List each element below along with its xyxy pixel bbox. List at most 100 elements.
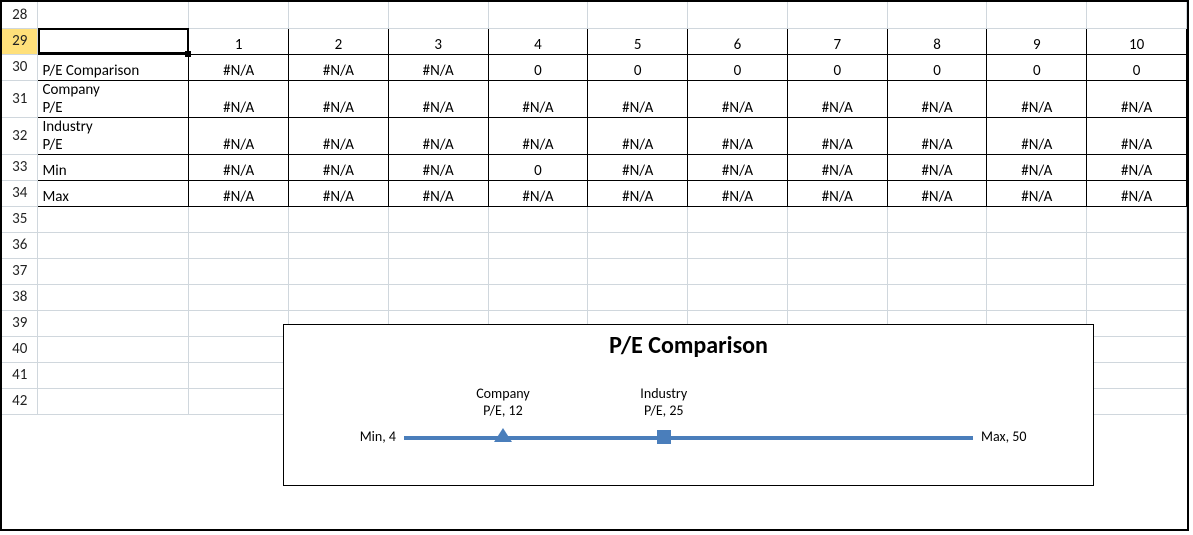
data-cell[interactable]: #N/A xyxy=(189,117,289,154)
table-col-header[interactable]: 2 xyxy=(289,28,389,54)
grid-cell[interactable] xyxy=(688,2,788,28)
grid-cell[interactable] xyxy=(488,232,588,258)
grid-cell[interactable] xyxy=(189,310,289,336)
table-col-header[interactable]: 8 xyxy=(887,28,987,54)
grid-cell[interactable] xyxy=(38,310,189,336)
data-cell[interactable]: #N/A xyxy=(189,180,289,206)
grid-cell[interactable] xyxy=(38,336,189,362)
grid-cell[interactable] xyxy=(189,362,289,388)
data-cell[interactable]: #N/A xyxy=(388,117,488,154)
grid-cell[interactable] xyxy=(887,284,987,310)
grid-cell[interactable] xyxy=(588,258,688,284)
grid-cell[interactable] xyxy=(189,258,289,284)
table-col-header[interactable]: 4 xyxy=(488,28,588,54)
grid-cell[interactable] xyxy=(787,258,887,284)
data-cell[interactable]: #N/A xyxy=(488,117,588,154)
data-cell[interactable]: #N/A xyxy=(887,117,987,154)
grid-cell[interactable] xyxy=(887,232,987,258)
grid-cell[interactable] xyxy=(688,284,788,310)
grid-cell[interactable] xyxy=(1087,206,1187,232)
grid-cell[interactable] xyxy=(38,388,189,414)
row-header[interactable]: 38 xyxy=(2,284,38,310)
grid-cell[interactable] xyxy=(388,206,488,232)
grid-cell[interactable] xyxy=(189,284,289,310)
grid-cell[interactable] xyxy=(289,258,389,284)
row-label[interactable]: Company P/E xyxy=(38,80,189,117)
grid-cell[interactable] xyxy=(38,2,189,28)
grid-cell[interactable] xyxy=(38,284,189,310)
grid-cell[interactable] xyxy=(388,258,488,284)
grid-cell[interactable] xyxy=(987,284,1087,310)
data-cell[interactable]: #N/A xyxy=(189,54,289,80)
grid-cell[interactable] xyxy=(488,2,588,28)
grid-cell[interactable] xyxy=(189,336,289,362)
data-cell[interactable]: #N/A xyxy=(189,154,289,180)
data-cell[interactable]: #N/A xyxy=(289,180,389,206)
data-cell[interactable]: #N/A xyxy=(289,117,389,154)
row-header[interactable]: 32 xyxy=(2,117,38,154)
data-cell[interactable]: #N/A xyxy=(688,80,788,117)
grid-cell[interactable] xyxy=(688,258,788,284)
data-cell[interactable]: #N/A xyxy=(488,80,588,117)
data-cell[interactable]: 0 xyxy=(488,54,588,80)
data-cell[interactable]: #N/A xyxy=(488,180,588,206)
grid-cell[interactable] xyxy=(38,258,189,284)
data-cell[interactable]: #N/A xyxy=(987,180,1087,206)
grid-cell[interactable] xyxy=(189,388,289,414)
grid-cell[interactable] xyxy=(987,2,1087,28)
table-col-header[interactable]: 3 xyxy=(388,28,488,54)
data-cell[interactable]: #N/A xyxy=(388,154,488,180)
grid-cell[interactable] xyxy=(189,2,289,28)
grid-cell[interactable] xyxy=(787,206,887,232)
data-cell[interactable]: #N/A xyxy=(289,54,389,80)
row-label[interactable]: Industry P/E xyxy=(38,117,189,154)
row-header[interactable]: 31 xyxy=(2,80,38,117)
grid-cell[interactable] xyxy=(787,284,887,310)
grid-cell[interactable] xyxy=(588,2,688,28)
fill-handle[interactable] xyxy=(185,51,191,57)
data-cell[interactable]: #N/A xyxy=(887,80,987,117)
data-cell[interactable]: #N/A xyxy=(987,117,1087,154)
data-cell[interactable]: #N/A xyxy=(787,154,887,180)
data-cell[interactable]: #N/A xyxy=(688,154,788,180)
grid-cell[interactable] xyxy=(289,232,389,258)
grid-cell[interactable] xyxy=(38,362,189,388)
data-cell[interactable]: 0 xyxy=(787,54,887,80)
table-col-header[interactable]: 9 xyxy=(987,28,1087,54)
data-cell[interactable]: 0 xyxy=(1087,54,1187,80)
grid-cell[interactable] xyxy=(388,232,488,258)
row-header[interactable]: 37 xyxy=(2,258,38,284)
table-col-header[interactable]: 10 xyxy=(1087,28,1187,54)
grid-cell[interactable] xyxy=(887,258,987,284)
chart-object[interactable]: P/E Comparison Min, 4Company P/E, 12Indu… xyxy=(283,324,1094,486)
data-cell[interactable]: #N/A xyxy=(289,154,389,180)
row-header[interactable]: 41 xyxy=(2,362,38,388)
data-cell[interactable]: 0 xyxy=(588,54,688,80)
data-cell[interactable]: #N/A xyxy=(987,154,1087,180)
grid-cell[interactable] xyxy=(588,284,688,310)
grid-cell[interactable] xyxy=(887,206,987,232)
data-cell[interactable]: #N/A xyxy=(1087,80,1187,117)
grid-cell[interactable] xyxy=(289,2,389,28)
grid-cell[interactable] xyxy=(1087,388,1187,414)
grid-cell[interactable] xyxy=(488,206,588,232)
grid-cell[interactable] xyxy=(1087,362,1187,388)
data-cell[interactable]: #N/A xyxy=(388,80,488,117)
data-cell[interactable]: #N/A xyxy=(1087,154,1187,180)
grid-cell[interactable] xyxy=(1087,232,1187,258)
data-cell[interactable]: 0 xyxy=(887,54,987,80)
row-header[interactable]: 28 xyxy=(2,2,38,28)
row-header[interactable]: 33 xyxy=(2,154,38,180)
grid-cell[interactable] xyxy=(787,232,887,258)
data-cell[interactable]: #N/A xyxy=(887,180,987,206)
data-cell[interactable]: #N/A xyxy=(588,117,688,154)
grid-cell[interactable] xyxy=(987,232,1087,258)
grid-cell[interactable] xyxy=(1087,2,1187,28)
row-header[interactable]: 39 xyxy=(2,310,38,336)
data-cell[interactable]: #N/A xyxy=(987,80,1087,117)
grid-cell[interactable] xyxy=(189,206,289,232)
data-cell[interactable]: 0 xyxy=(488,154,588,180)
row-header[interactable]: 42 xyxy=(2,388,38,414)
row-header[interactable]: 35 xyxy=(2,206,38,232)
grid-cell[interactable] xyxy=(1087,284,1187,310)
